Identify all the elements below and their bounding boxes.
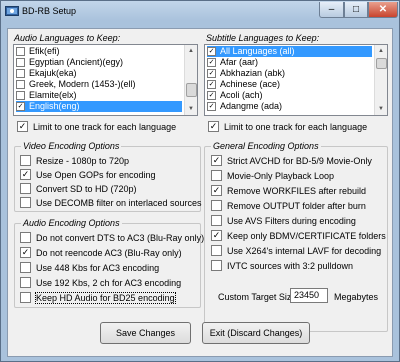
option-label: Remove OUTPUT folder after burn (227, 201, 366, 211)
audio-encoding-title: Audio Encoding Options (21, 218, 122, 228)
general-encoding-title: General Encoding Options (211, 141, 321, 151)
target-size-unit: Megabytes (334, 292, 379, 302)
list-item-checkbox[interactable]: ✓ (207, 58, 216, 67)
checkbox[interactable] (20, 277, 31, 288)
option-label: Use Open GOPs for encoding (36, 170, 156, 180)
list-item[interactable]: ✓ Achinese (ace) (207, 79, 372, 90)
list-item[interactable]: ✓ Acoli (ach) (207, 90, 372, 101)
subtitle-languages-list[interactable]: ✓ All Languages (all) ✓ Afar (aar) ✓ Abkhaz… (204, 44, 388, 116)
title-bar[interactable]: BD-RB Setup – □ ✕ (1, 1, 399, 21)
option-label: Use AVS Filters during encoding (227, 216, 356, 226)
checkbox[interactable]: ✓ (17, 121, 28, 132)
checkbox[interactable]: ✓ (208, 121, 219, 132)
app-icon (5, 6, 19, 16)
audio-languages-list[interactable]: Efik(efi) Egyptian (Ancient)(egy) Ekajuk… (13, 44, 198, 116)
list-item-checkbox[interactable]: ✓ (207, 102, 216, 111)
list-item[interactable]: Greek, Modern (1453-)(ell) (16, 79, 182, 90)
checkbox[interactable] (20, 183, 31, 194)
scroll-down-arrow-icon[interactable]: ▼ (375, 103, 387, 115)
option-label: Movie-Only Playback Loop (227, 171, 335, 181)
minimize-button[interactable]: – (319, 2, 344, 18)
scroll-thumb[interactable] (376, 58, 387, 69)
list-item-checkbox[interactable]: ✓ (16, 102, 25, 111)
list-item[interactable]: Egyptian (Ancient)(egy) (16, 57, 182, 68)
option-label: Do not convert DTS to AC3 (Blu-Ray only) (36, 233, 205, 243)
list-item[interactable]: Ekajuk(eka) (16, 68, 182, 79)
scroll-up-arrow-icon[interactable]: ▲ (375, 45, 387, 57)
checkbox[interactable] (20, 197, 31, 208)
scroll-up-arrow-icon[interactable]: ▲ (185, 45, 197, 57)
checkbox[interactable]: ✓ (20, 247, 31, 258)
option-label: Do not reencode AC3 (Blu-Ray only) (36, 248, 182, 258)
option-label: IVTC sources with 3:2 pulldown (227, 261, 354, 271)
list-item-checkbox[interactable]: ✓ (207, 80, 216, 89)
checkbox[interactable] (20, 292, 31, 303)
list-item-checkbox[interactable] (16, 58, 25, 67)
list-item[interactable]: ✓ Abkhazian (abk) (207, 68, 372, 79)
scroll-thumb[interactable] (186, 83, 197, 97)
dialog-body: Audio Languages to Keep: Efik(efi) Egypt… (7, 28, 393, 357)
option-label: Convert SD to HD (720p) (36, 184, 137, 194)
option-label: Remove WORKFILES after rebuild (227, 186, 367, 196)
audio-limit-label: Limit to one track for each language (33, 122, 177, 132)
audio-languages-heading: Audio Languages to Keep: (14, 33, 121, 43)
subtitle-limit-label: Limit to one track for each language (224, 122, 368, 132)
list-item[interactable]: ✓ Afar (aar) (207, 57, 372, 68)
list-item-selected[interactable]: ✓ All Languages (all) (207, 46, 372, 57)
window-title: BD-RB Setup (22, 6, 77, 16)
list-item[interactable]: Efik(efi) (16, 46, 182, 57)
checkbox[interactable]: ✓ (211, 230, 222, 241)
checkbox[interactable] (20, 262, 31, 273)
scroll-down-arrow-icon[interactable]: ▼ (185, 103, 197, 115)
checkbox[interactable] (211, 260, 222, 271)
maximize-button[interactable]: □ (344, 2, 368, 18)
option-label: Keep HD Audio for BD25 encoding (35, 292, 176, 304)
list-item-checkbox[interactable] (16, 91, 25, 100)
exit-discard-button[interactable]: Exit (Discard Changes) (202, 322, 310, 344)
list-item-checkbox[interactable]: ✓ (207, 47, 216, 56)
checkbox[interactable] (211, 200, 222, 211)
save-changes-button[interactable]: Save Changes (100, 322, 191, 344)
checkbox[interactable]: ✓ (20, 169, 31, 180)
checkbox[interactable] (20, 232, 31, 243)
checkbox[interactable]: ✓ (211, 185, 222, 196)
list-item-checkbox[interactable]: ✓ (207, 69, 216, 78)
checkbox[interactable] (211, 245, 222, 256)
checkbox[interactable] (211, 215, 222, 226)
target-size-label: Custom Target Size : (218, 292, 302, 302)
subtitle-languages-heading: Subtitle Languages to Keep: (206, 33, 320, 43)
option-label: Use 192 Kbs, 2 ch for AC3 encoding (36, 278, 182, 288)
setup-window: BD-RB Setup – □ ✕ Audio Languages to Kee… (0, 0, 400, 362)
list-item[interactable]: Elamite(elx) (16, 90, 182, 101)
checkbox[interactable] (20, 155, 31, 166)
list-item-checkbox[interactable] (16, 69, 25, 78)
subtitle-list-scrollbar[interactable]: ▲ ▼ (374, 45, 387, 115)
list-item-checkbox[interactable] (16, 80, 25, 89)
option-label: Use 448 Kbs for AC3 encoding (36, 263, 160, 273)
list-item-selected[interactable]: ✓ English(eng) (16, 101, 182, 112)
option-label: Strict AVCHD for BD-5/9 Movie-Only (227, 156, 372, 166)
option-label: Resize - 1080p to 720p (36, 156, 130, 166)
option-label: Keep only BDMV/CERTIFICATE folders (227, 231, 386, 241)
target-size-input[interactable]: 23450 (290, 288, 328, 303)
audio-list-scrollbar[interactable]: ▲ ▼ (184, 45, 197, 115)
close-button[interactable]: ✕ (368, 2, 398, 18)
option-label: Use DECOMB filter on interlaced sources (36, 198, 202, 208)
video-encoding-title: Video Encoding Options (21, 141, 122, 151)
list-item-checkbox[interactable]: ✓ (207, 91, 216, 100)
checkbox[interactable] (211, 170, 222, 181)
option-label: Use X264's internal LAVF for decoding (227, 246, 382, 256)
checkbox[interactable]: ✓ (211, 155, 222, 166)
list-item-checkbox[interactable] (16, 47, 25, 56)
list-item[interactable]: ✓ Adangme (ada) (207, 101, 372, 112)
